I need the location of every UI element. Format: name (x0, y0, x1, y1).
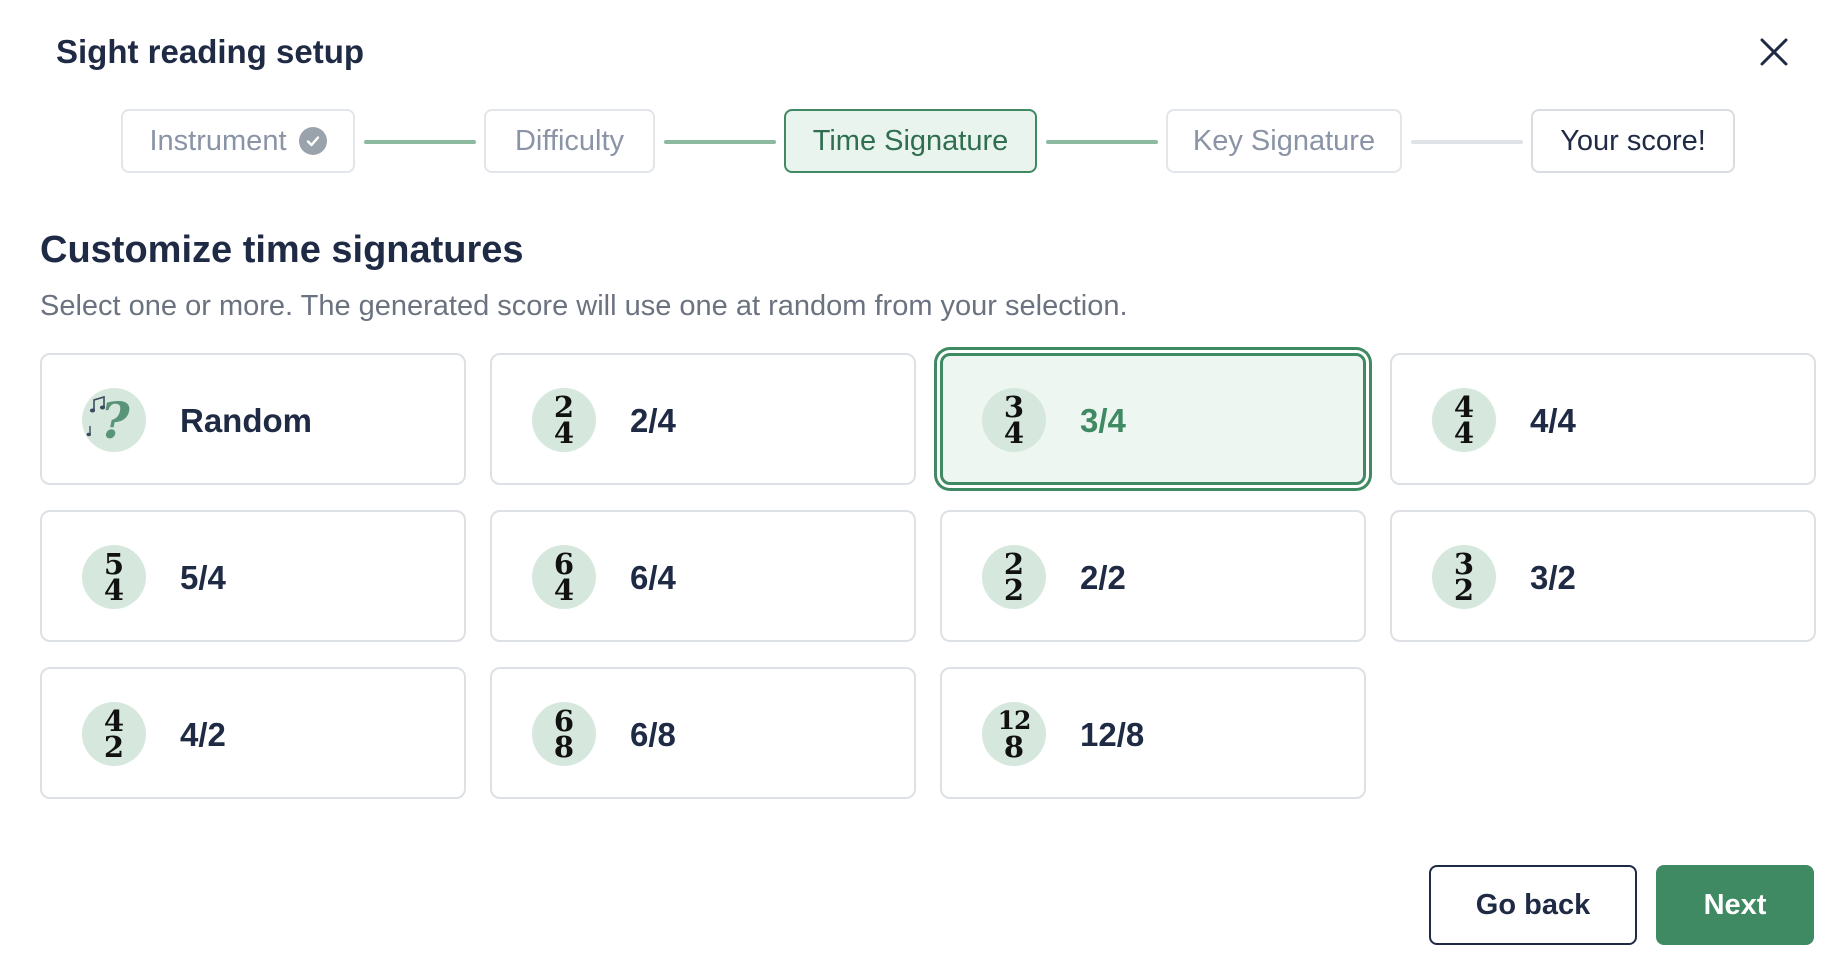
step-your-score[interactable]: Your score! (1531, 109, 1735, 173)
time-signature-icon: 6 8 (532, 702, 596, 766)
step-label: Your score! (1560, 124, 1706, 157)
option-label: 4/2 (180, 716, 226, 753)
setup-stepper: Instrument Difficulty Time Signature Key… (0, 109, 1840, 177)
option-random[interactable]: ? Random (40, 353, 466, 485)
option-label: 2/4 (630, 402, 676, 439)
time-signature-icon: 5 4 (82, 545, 146, 609)
step-label: Key Signature (1192, 124, 1376, 157)
option-4-4[interactable]: 4 4 4/4 (1390, 353, 1816, 485)
option-6-8[interactable]: 6 8 6/8 (490, 667, 916, 799)
step-key-signature[interactable]: Key Signature (1166, 109, 1402, 173)
check-circle-icon (298, 127, 327, 155)
random-question-music-icon: ? (82, 388, 146, 452)
option-2-4[interactable]: 2 4 2/4 (490, 353, 916, 485)
option-label: 6/4 (630, 559, 676, 596)
time-signature-icon: 2 2 (982, 545, 1046, 609)
step-label: Difficulty (514, 124, 625, 157)
step-label: Time Signature (812, 124, 1009, 157)
svg-text:?: ? (100, 391, 130, 450)
option-label: 2/2 (1080, 559, 1126, 596)
time-signature-icon: 6 4 (532, 545, 596, 609)
option-label: 6/8 (630, 716, 676, 753)
option-label: 4/4 (1530, 402, 1576, 439)
step-connector (364, 140, 476, 144)
option-label: 3/4 (1080, 402, 1126, 439)
option-6-4[interactable]: 6 4 6/4 (490, 510, 916, 642)
section-heading: Customize time signatures (40, 229, 524, 271)
section-description: Select one or more. The generated score … (40, 290, 1128, 322)
option-12-8[interactable]: 12 8 12/8 (940, 667, 1366, 799)
step-difficulty[interactable]: Difficulty (484, 109, 655, 173)
option-label: Random (180, 402, 312, 439)
time-signature-icon: 2 4 (532, 388, 596, 452)
option-label: 5/4 (180, 559, 226, 596)
next-button[interactable]: Next (1656, 865, 1814, 945)
option-label: 3/2 (1530, 559, 1576, 596)
option-3-4[interactable]: 3 4 3/4 (940, 353, 1366, 485)
close-icon (1760, 38, 1788, 66)
time-signature-icon: 4 4 (1432, 388, 1496, 452)
step-label: Instrument (149, 124, 287, 157)
option-5-4[interactable]: 5 4 5/4 (40, 510, 466, 642)
go-back-button[interactable]: Go back (1429, 865, 1637, 945)
step-connector (1046, 140, 1158, 144)
step-connector (1411, 140, 1523, 144)
option-3-2[interactable]: 3 2 3/2 (1390, 510, 1816, 642)
time-signature-icon: 3 2 (1432, 545, 1496, 609)
option-2-2[interactable]: 2 2 2/2 (940, 510, 1366, 642)
time-signature-icon: 4 2 (82, 702, 146, 766)
sight-reading-setup-dialog: Sight reading setup Instrument Difficult… (0, 0, 1840, 960)
dialog-title: Sight reading setup (56, 33, 365, 70)
step-connector (664, 140, 776, 144)
time-signature-icon: 3 4 (982, 388, 1046, 452)
option-4-2[interactable]: 4 2 4/2 (40, 667, 466, 799)
option-label: 12/8 (1080, 716, 1145, 753)
step-instrument[interactable]: Instrument (121, 109, 355, 173)
step-time-signature[interactable]: Time Signature (784, 109, 1037, 173)
close-button[interactable] (1752, 30, 1796, 74)
time-signature-icon: 12 8 (982, 702, 1046, 766)
